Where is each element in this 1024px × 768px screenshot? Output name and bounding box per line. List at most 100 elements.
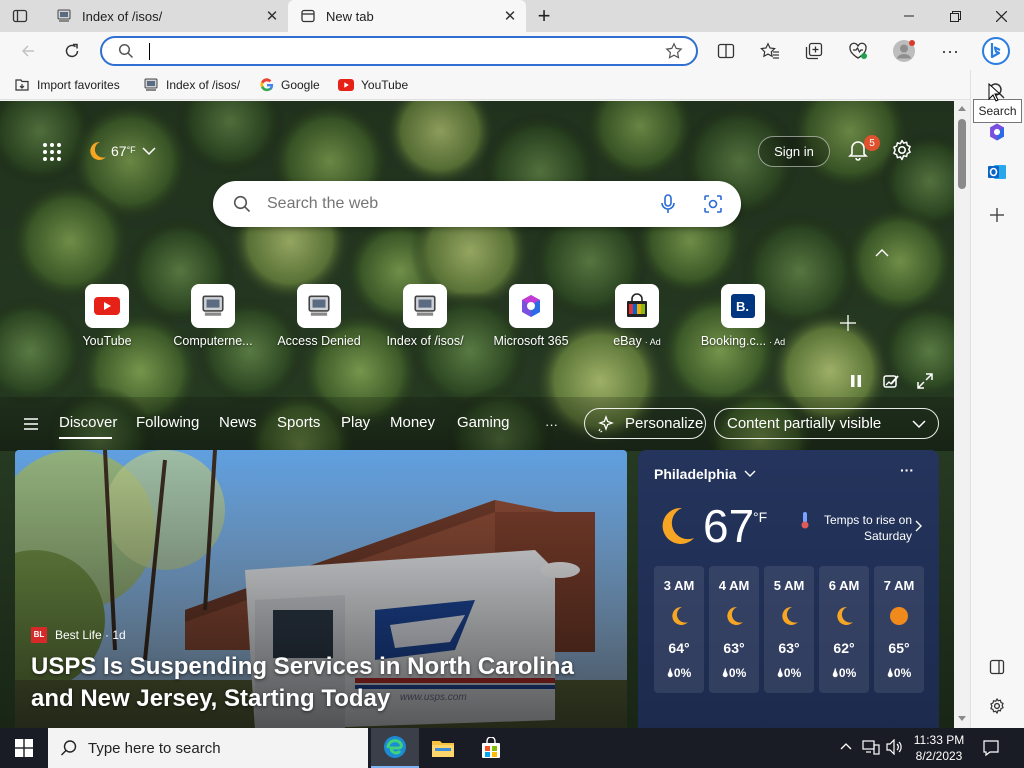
microsoft-365-icon bbox=[509, 284, 553, 328]
ad-label: · Ad bbox=[769, 337, 786, 347]
sidebar-outlook-button[interactable] bbox=[984, 159, 1010, 185]
start-button[interactable] bbox=[0, 728, 48, 768]
web-search-input[interactable] bbox=[267, 194, 637, 214]
search-icon bbox=[233, 195, 251, 213]
tab-index-isos[interactable]: Index of /isos/ ✕ bbox=[44, 0, 288, 32]
personalize-button[interactable]: Personalize bbox=[584, 408, 706, 439]
expand-icon[interactable] bbox=[917, 373, 933, 389]
sidebar-add-button[interactable] bbox=[984, 202, 1010, 228]
hour-precip-value: 0% bbox=[673, 666, 692, 680]
close-window-button[interactable] bbox=[978, 0, 1024, 32]
split-screen-button[interactable] bbox=[710, 35, 742, 67]
hour-temp: 63° bbox=[778, 640, 800, 656]
quick-link-access-denied[interactable]: Access Denied bbox=[264, 284, 374, 348]
sidebar-settings-button[interactable] bbox=[984, 693, 1010, 719]
profile-button[interactable] bbox=[888, 35, 920, 67]
taskbar-store-button[interactable] bbox=[467, 728, 515, 768]
scroll-down-icon[interactable] bbox=[958, 716, 966, 722]
favorite-youtube[interactable]: YouTube bbox=[338, 76, 408, 94]
server-icon bbox=[191, 284, 235, 328]
weather-widget[interactable]: 67 °F bbox=[86, 139, 156, 163]
edge-sidebar bbox=[970, 70, 1024, 728]
close-tab-icon[interactable]: ✕ bbox=[502, 8, 518, 25]
taskbar-edge-button[interactable] bbox=[371, 728, 419, 768]
chevron-right-icon[interactable] bbox=[915, 520, 923, 532]
feed-tab-money[interactable]: Money bbox=[390, 414, 435, 431]
hour-precip-value: 0% bbox=[728, 666, 747, 680]
content-visibility-dropdown[interactable]: Content partially visible bbox=[714, 408, 939, 439]
favorite-label: Index of /isos/ bbox=[166, 78, 241, 92]
page-settings-icon[interactable] bbox=[890, 138, 914, 162]
menu-icon[interactable] bbox=[24, 418, 38, 430]
taskbar-clock[interactable]: 11:33 PM 8/2/2023 bbox=[908, 732, 970, 764]
collections-button[interactable] bbox=[798, 35, 830, 67]
add-quick-link-icon[interactable] bbox=[838, 313, 858, 333]
new-tab-button[interactable]: + bbox=[534, 3, 554, 28]
youtube-icon bbox=[85, 284, 129, 328]
notifications-button[interactable]: 5 bbox=[846, 135, 880, 164]
weather-card[interactable]: Philadelphia ··· 67 °F Temps to rise on … bbox=[638, 450, 939, 728]
visual-search-icon[interactable] bbox=[703, 194, 723, 214]
feed-tab-discover[interactable]: Discover bbox=[59, 414, 117, 439]
scroll-up-icon[interactable] bbox=[958, 105, 966, 111]
address-bar[interactable] bbox=[100, 36, 698, 66]
feed-tab-play[interactable]: Play bbox=[341, 414, 370, 431]
chevron-up-icon[interactable] bbox=[840, 742, 852, 750]
feed-tab-label: Money bbox=[390, 414, 436, 431]
article-card[interactable]: www.usps.com BL Best Life · 1d USPS Is S… bbox=[15, 450, 627, 728]
favorites-button[interactable] bbox=[754, 35, 786, 67]
feed-tab-following[interactable]: Following bbox=[136, 414, 199, 431]
favorite-index-isos[interactable]: Index of /isos/ bbox=[143, 76, 240, 94]
restore-button[interactable] bbox=[932, 0, 978, 32]
quick-link-microsoft-365[interactable]: Microsoft 365 bbox=[476, 284, 586, 348]
refresh-button[interactable] bbox=[56, 35, 88, 67]
feed-tab-sports[interactable]: Sports bbox=[277, 414, 320, 431]
microphone-icon[interactable] bbox=[659, 194, 677, 214]
taskbar-search-box[interactable]: Type here to search bbox=[48, 728, 368, 768]
sidebar-hide-button[interactable] bbox=[984, 654, 1010, 680]
bing-chat-button[interactable] bbox=[980, 35, 1012, 67]
favorite-import[interactable]: Import favorites bbox=[14, 76, 120, 94]
chevron-up-icon[interactable] bbox=[875, 248, 889, 258]
browser-essentials-button[interactable] bbox=[842, 35, 874, 67]
feed-tab-gaming[interactable]: Gaming bbox=[457, 414, 510, 431]
hour-precip: 🌢0% bbox=[831, 666, 857, 680]
moon-icon bbox=[778, 605, 800, 627]
quick-link-computernetworking[interactable]: Computerne... bbox=[158, 284, 268, 348]
minimize-button[interactable] bbox=[886, 0, 932, 32]
hour-precip-value: 0% bbox=[893, 666, 912, 680]
pause-icon[interactable] bbox=[849, 374, 863, 388]
apps-launcher-icon[interactable] bbox=[42, 142, 62, 162]
page-scrollbar[interactable] bbox=[954, 101, 970, 728]
header-temp-unit: °F bbox=[126, 145, 136, 155]
weather-note[interactable]: Temps to rise on Saturday bbox=[816, 512, 912, 544]
tooltip: Search bbox=[973, 99, 1022, 123]
windows-icon bbox=[15, 739, 33, 757]
settings-more-button[interactable]: ··· bbox=[934, 35, 966, 67]
web-search-box[interactable] bbox=[213, 181, 741, 227]
weather-location[interactable]: Philadelphia bbox=[654, 466, 756, 482]
article-headline[interactable]: USPS Is Suspending Services in North Car… bbox=[31, 651, 611, 715]
customize-background-icon[interactable] bbox=[883, 373, 899, 389]
tab-actions-icon[interactable] bbox=[12, 8, 28, 24]
tab-new-tab[interactable]: New tab ✕ bbox=[288, 0, 526, 32]
feed-more-label: ··· bbox=[545, 417, 558, 432]
favorite-google[interactable]: Google bbox=[260, 76, 320, 94]
address-input[interactable] bbox=[146, 42, 646, 60]
quick-link-youtube[interactable]: YouTube bbox=[52, 284, 162, 348]
quick-link-ebay[interactable]: eBay · Ad bbox=[582, 284, 692, 348]
sign-in-button[interactable]: Sign in bbox=[758, 136, 830, 167]
volume-icon[interactable] bbox=[886, 739, 904, 755]
weather-more-button[interactable]: ··· bbox=[900, 462, 914, 478]
quick-link-index-isos[interactable]: Index of /isos/ bbox=[370, 284, 480, 348]
favorite-star-icon[interactable] bbox=[665, 42, 683, 60]
network-icon[interactable] bbox=[862, 739, 880, 755]
feed-more-button[interactable]: ··· bbox=[545, 417, 558, 432]
scroll-thumb[interactable] bbox=[958, 119, 966, 189]
taskbar-file-explorer-button[interactable] bbox=[419, 728, 467, 768]
notification-center-icon[interactable] bbox=[982, 739, 1000, 757]
close-tab-icon[interactable]: ✕ bbox=[264, 8, 280, 25]
feed-tab-news[interactable]: News bbox=[219, 414, 257, 431]
back-button[interactable] bbox=[12, 35, 44, 67]
quick-link-booking[interactable]: B. Booking.c... · Ad bbox=[688, 284, 798, 348]
